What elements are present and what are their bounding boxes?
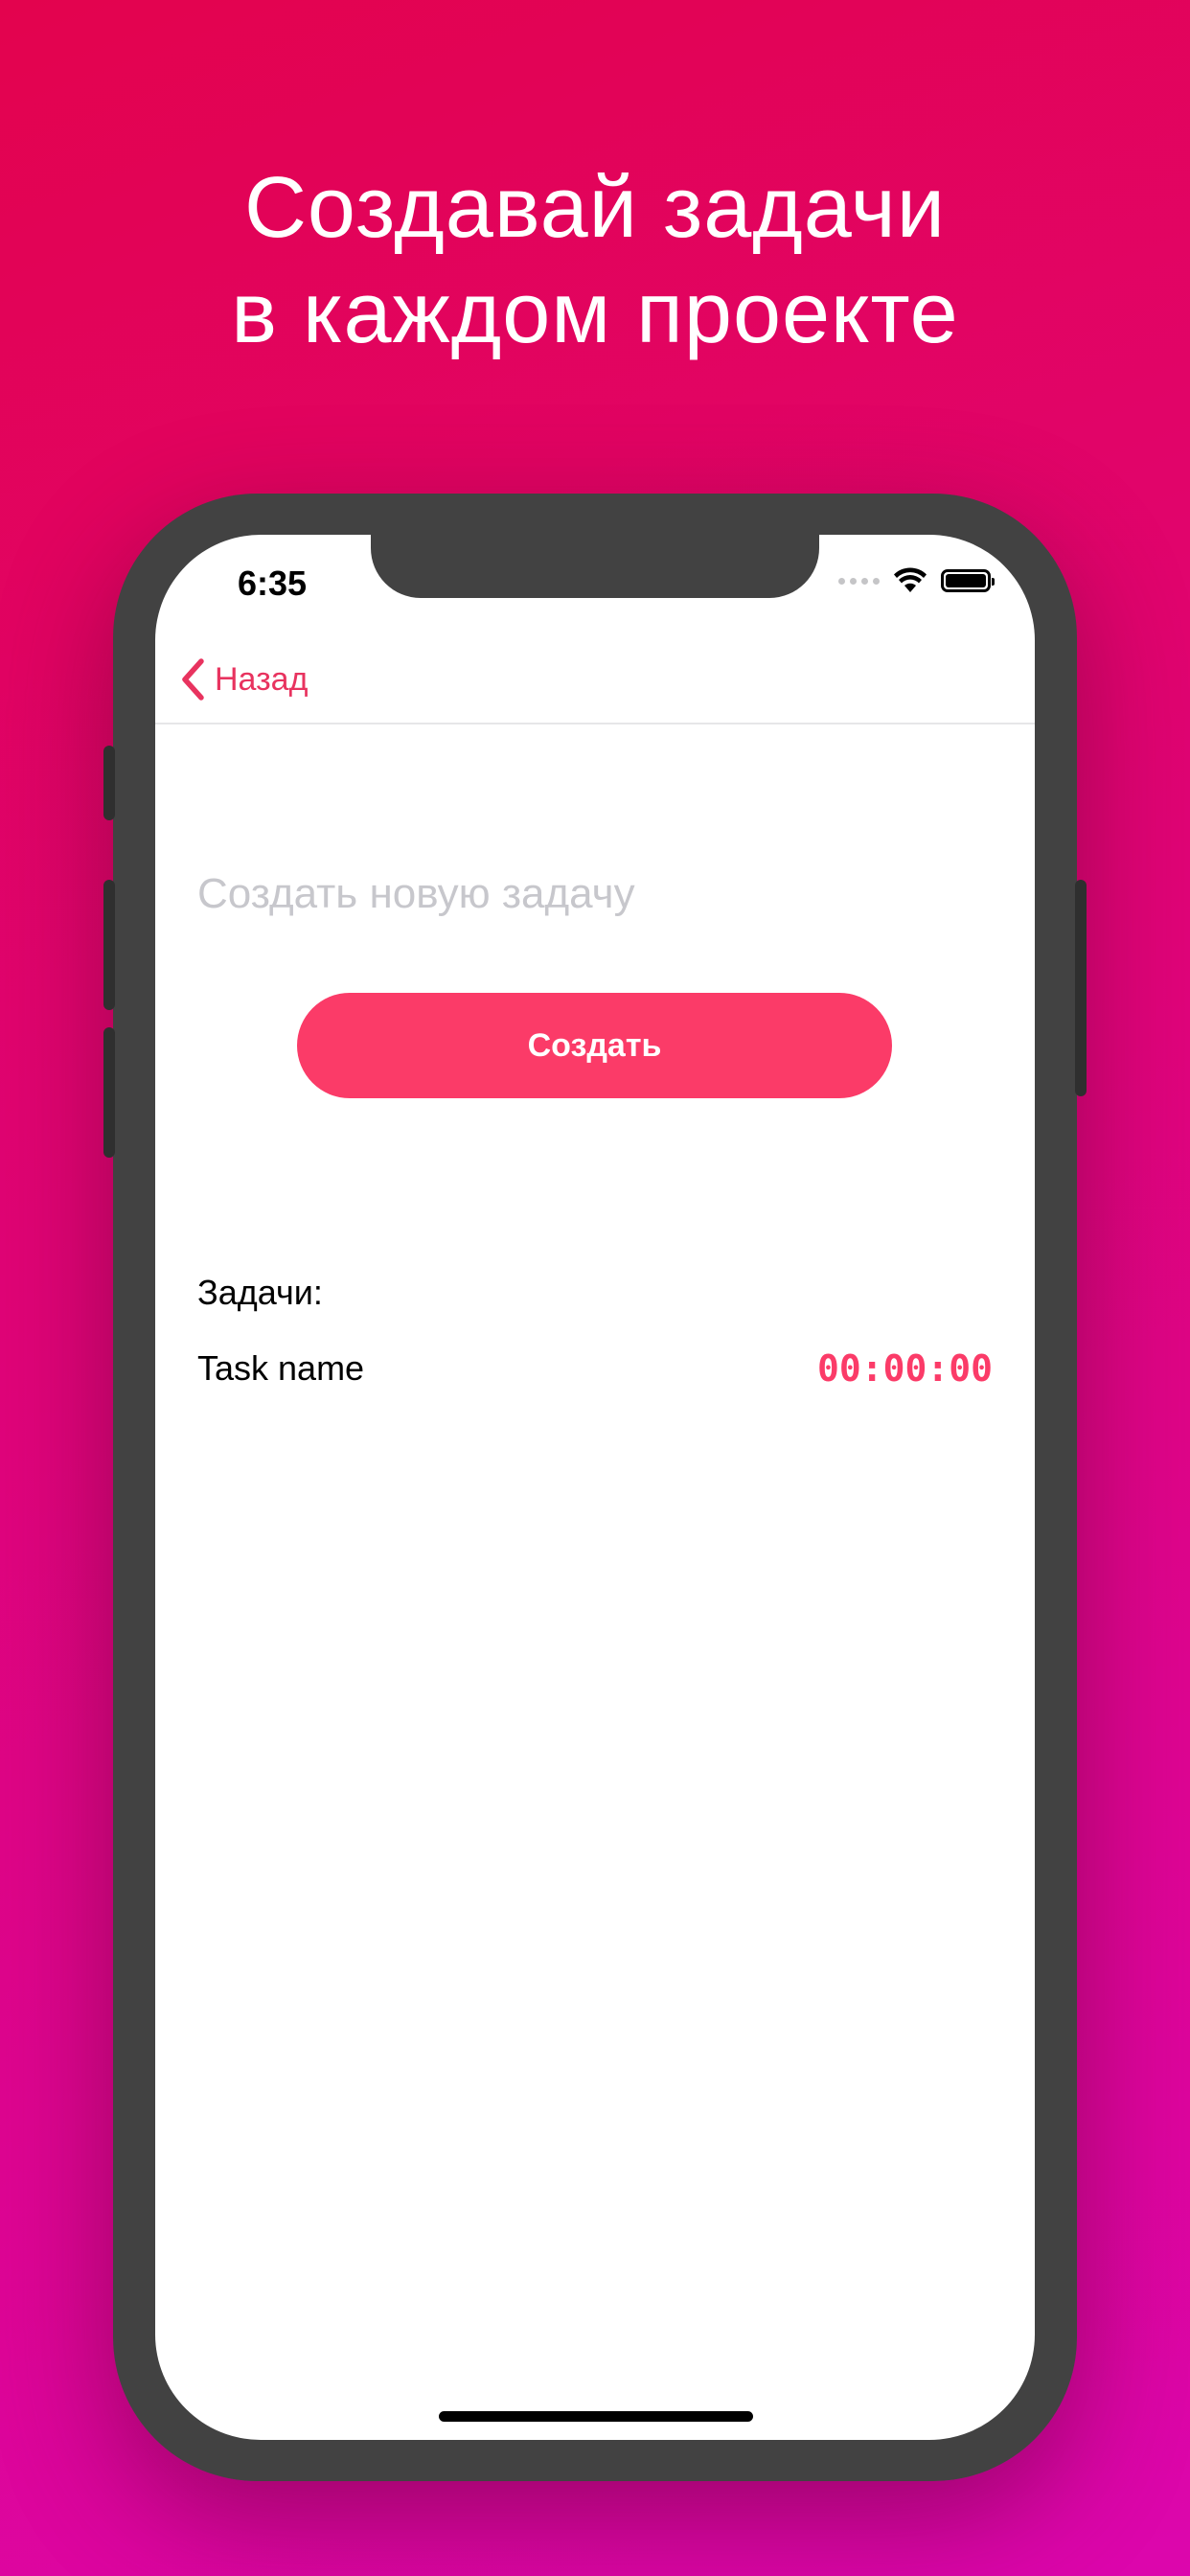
headline-line-2: в каждом проекте bbox=[231, 265, 959, 361]
create-task-button[interactable]: Создать bbox=[297, 993, 892, 1098]
notch bbox=[371, 535, 819, 598]
create-task-button-label: Создать bbox=[527, 1026, 662, 1064]
status-icons bbox=[838, 567, 995, 594]
volume-down-button bbox=[103, 1027, 115, 1158]
phone-screen: 6:35 Назад Создать Задачи: Task name 00:… bbox=[155, 535, 1035, 2440]
task-timer: 00:00:00 bbox=[816, 1347, 993, 1390]
navigation-bar: Назад bbox=[155, 640, 1035, 724]
silent-switch bbox=[103, 746, 115, 820]
task-name: Task name bbox=[197, 1348, 365, 1388]
new-task-input[interactable] bbox=[197, 861, 993, 928]
volume-up-button bbox=[103, 880, 115, 1010]
signal-icon bbox=[838, 577, 880, 585]
promo-headline: Создавай задачи в каждом проекте bbox=[0, 155, 1190, 366]
battery-icon bbox=[941, 569, 995, 592]
wifi-icon bbox=[894, 567, 927, 592]
power-button bbox=[1075, 880, 1087, 1096]
chevron-left-icon bbox=[182, 658, 204, 701]
task-list-item[interactable]: Task name 00:00:00 bbox=[197, 1340, 993, 1397]
status-time: 6:35 bbox=[238, 564, 308, 603]
tasks-section-label: Задачи: bbox=[197, 1273, 323, 1312]
home-indicator[interactable] bbox=[439, 2411, 753, 2422]
headline-line-1: Создавай задачи bbox=[243, 160, 947, 256]
back-button[interactable]: Назад bbox=[180, 657, 308, 702]
back-button-label: Назад bbox=[215, 660, 309, 698]
